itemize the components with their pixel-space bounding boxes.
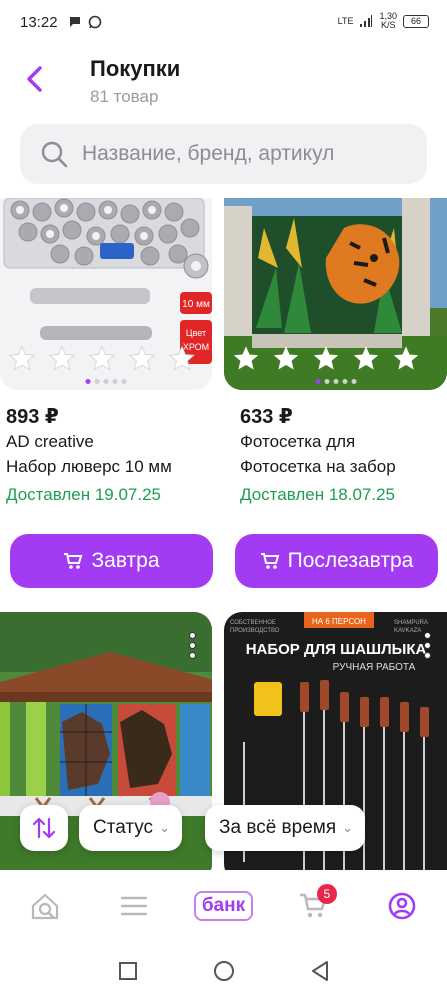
rating-stars[interactable] xyxy=(232,344,420,372)
nav-home[interactable] xyxy=(15,881,75,931)
add-to-cart-label: Завтра xyxy=(91,549,160,572)
network-label: LTE xyxy=(337,16,354,26)
carousel-dot xyxy=(315,379,320,384)
nav-profile[interactable] xyxy=(372,881,432,931)
bank-logo: банк xyxy=(193,891,254,921)
profile-icon xyxy=(388,892,416,920)
speed-indicator: 1,30 K/S xyxy=(379,12,397,30)
back-button[interactable] xyxy=(18,62,50,96)
star-icon[interactable] xyxy=(168,344,196,372)
sort-icon xyxy=(32,817,56,839)
cart-icon xyxy=(260,553,279,569)
status-right: LTE 1,30 K/S 66 xyxy=(338,12,429,30)
screen: 13:22 LTE 1,30 K/S 66 Покупки 81 товар Н… xyxy=(0,0,447,1000)
product-brand: Фотосетка для xyxy=(240,432,356,451)
add-to-cart-label: Послезавтра xyxy=(287,549,414,572)
star-icon[interactable] xyxy=(88,344,116,372)
more-options-icon[interactable] xyxy=(424,632,431,659)
carousel-dot xyxy=(112,379,118,384)
carousel-dot xyxy=(103,379,109,384)
product-image[interactable] xyxy=(224,198,447,390)
svg-text:Цвет: Цвет xyxy=(186,328,206,338)
carousel-dot xyxy=(85,379,91,384)
header: Покупки 81 товар xyxy=(0,44,447,116)
speed-unit: K/S xyxy=(380,20,396,30)
chevron-down-icon: ⌄ xyxy=(342,820,354,835)
star-icon[interactable] xyxy=(272,344,300,372)
image-label-size: 10 мм xyxy=(182,299,210,310)
carousel-dot xyxy=(121,379,127,384)
carousel-dots xyxy=(85,379,127,384)
add-to-cart-button[interactable]: Завтра xyxy=(10,534,213,588)
page-title: Покупки xyxy=(90,56,181,81)
cart-icon xyxy=(64,553,83,569)
carousel-dot xyxy=(324,379,329,384)
product-image[interactable]: 10 мм Цвет ХРОМ xyxy=(0,198,212,390)
star-icon[interactable] xyxy=(392,344,420,372)
nav-bank[interactable]: банк xyxy=(193,881,254,931)
star-icon[interactable] xyxy=(128,344,156,372)
search-input[interactable] xyxy=(82,142,402,166)
svg-text:СОБСТВЕННОЕ: СОБСТВЕННОЕ xyxy=(230,620,276,626)
rating-stars[interactable] xyxy=(8,344,196,372)
star-icon[interactable] xyxy=(48,344,76,372)
product-price: 893 ₽ xyxy=(6,406,59,428)
status-time: 13:22 xyxy=(20,13,58,31)
items-count: 81 товар xyxy=(90,87,159,106)
more-options-icon[interactable] xyxy=(189,632,196,659)
bottom-nav: банк 5 xyxy=(0,870,447,942)
star-icon[interactable] xyxy=(8,344,36,372)
status-bar: 13:22 LTE 1,30 K/S 66 xyxy=(0,0,447,44)
delivery-status: Доставлен 18.07.25 xyxy=(240,485,396,504)
search-bar[interactable] xyxy=(20,124,427,184)
recent-apps-icon[interactable] xyxy=(118,961,138,981)
svg-text:ПРОИЗВОДСТВО: ПРОИЗВОДСТВО xyxy=(230,628,280,634)
status-filter[interactable]: Статус ⌄ xyxy=(79,805,182,851)
cart-count-badge: 5 xyxy=(316,884,337,904)
chat-icon xyxy=(69,17,80,27)
period-filter[interactable]: За всё время ⌄ xyxy=(205,805,366,851)
chevron-left-icon xyxy=(27,66,42,92)
svg-text:KAVKAZA: KAVKAZA xyxy=(394,628,421,634)
image-sub: РУЧНАЯ РАБОТА xyxy=(333,662,416,673)
star-icon[interactable] xyxy=(352,344,380,372)
delivery-status: Доставлен 19.07.25 xyxy=(6,485,162,504)
product-price: 633 ₽ xyxy=(240,406,293,428)
sort-button[interactable] xyxy=(20,805,68,851)
product-card[interactable]: 633 ₽ Фотосетка для Фотосетка на забор Д… xyxy=(224,198,447,598)
system-nav xyxy=(0,942,447,1000)
carousel-dot xyxy=(94,379,100,384)
nav-cart[interactable]: 5 xyxy=(283,881,343,931)
signal-icon xyxy=(360,14,373,27)
period-filter-label: За всё время xyxy=(219,817,337,838)
home-search-icon xyxy=(31,893,58,920)
carousel-dot xyxy=(351,379,356,384)
battery-icon: 66 xyxy=(403,14,429,28)
product-brand: AD creative xyxy=(6,432,94,451)
search-icon xyxy=(41,141,68,168)
carousel-dot xyxy=(333,379,338,384)
home-icon[interactable] xyxy=(213,960,235,982)
star-icon[interactable] xyxy=(312,344,340,372)
star-icon[interactable] xyxy=(232,344,260,372)
carousel-dots xyxy=(315,379,356,384)
product-card[interactable]: 10 мм Цвет ХРОМ 893 ₽ AD creative Набор … xyxy=(0,198,213,598)
chevron-down-icon: ⌄ xyxy=(159,820,170,835)
image-title: НАБОР ДЛЯ ШАШЛЫКА xyxy=(246,641,427,658)
product-name: Фотосетка на забор xyxy=(240,457,396,476)
product-name: Набор люверс 10 мм xyxy=(6,457,172,476)
nav-catalog[interactable] xyxy=(104,881,164,931)
back-icon[interactable] xyxy=(310,960,330,982)
svg-text:SHAMPURA: SHAMPURA xyxy=(394,620,428,626)
whatsapp-icon xyxy=(88,15,101,29)
carousel-dot xyxy=(342,379,347,384)
status-filter-label: Статус xyxy=(93,817,154,838)
image-badge: НА 6 ПЕРСОН xyxy=(312,617,366,626)
add-to-cart-button[interactable]: Послезавтра xyxy=(235,534,438,588)
menu-icon xyxy=(120,896,148,916)
